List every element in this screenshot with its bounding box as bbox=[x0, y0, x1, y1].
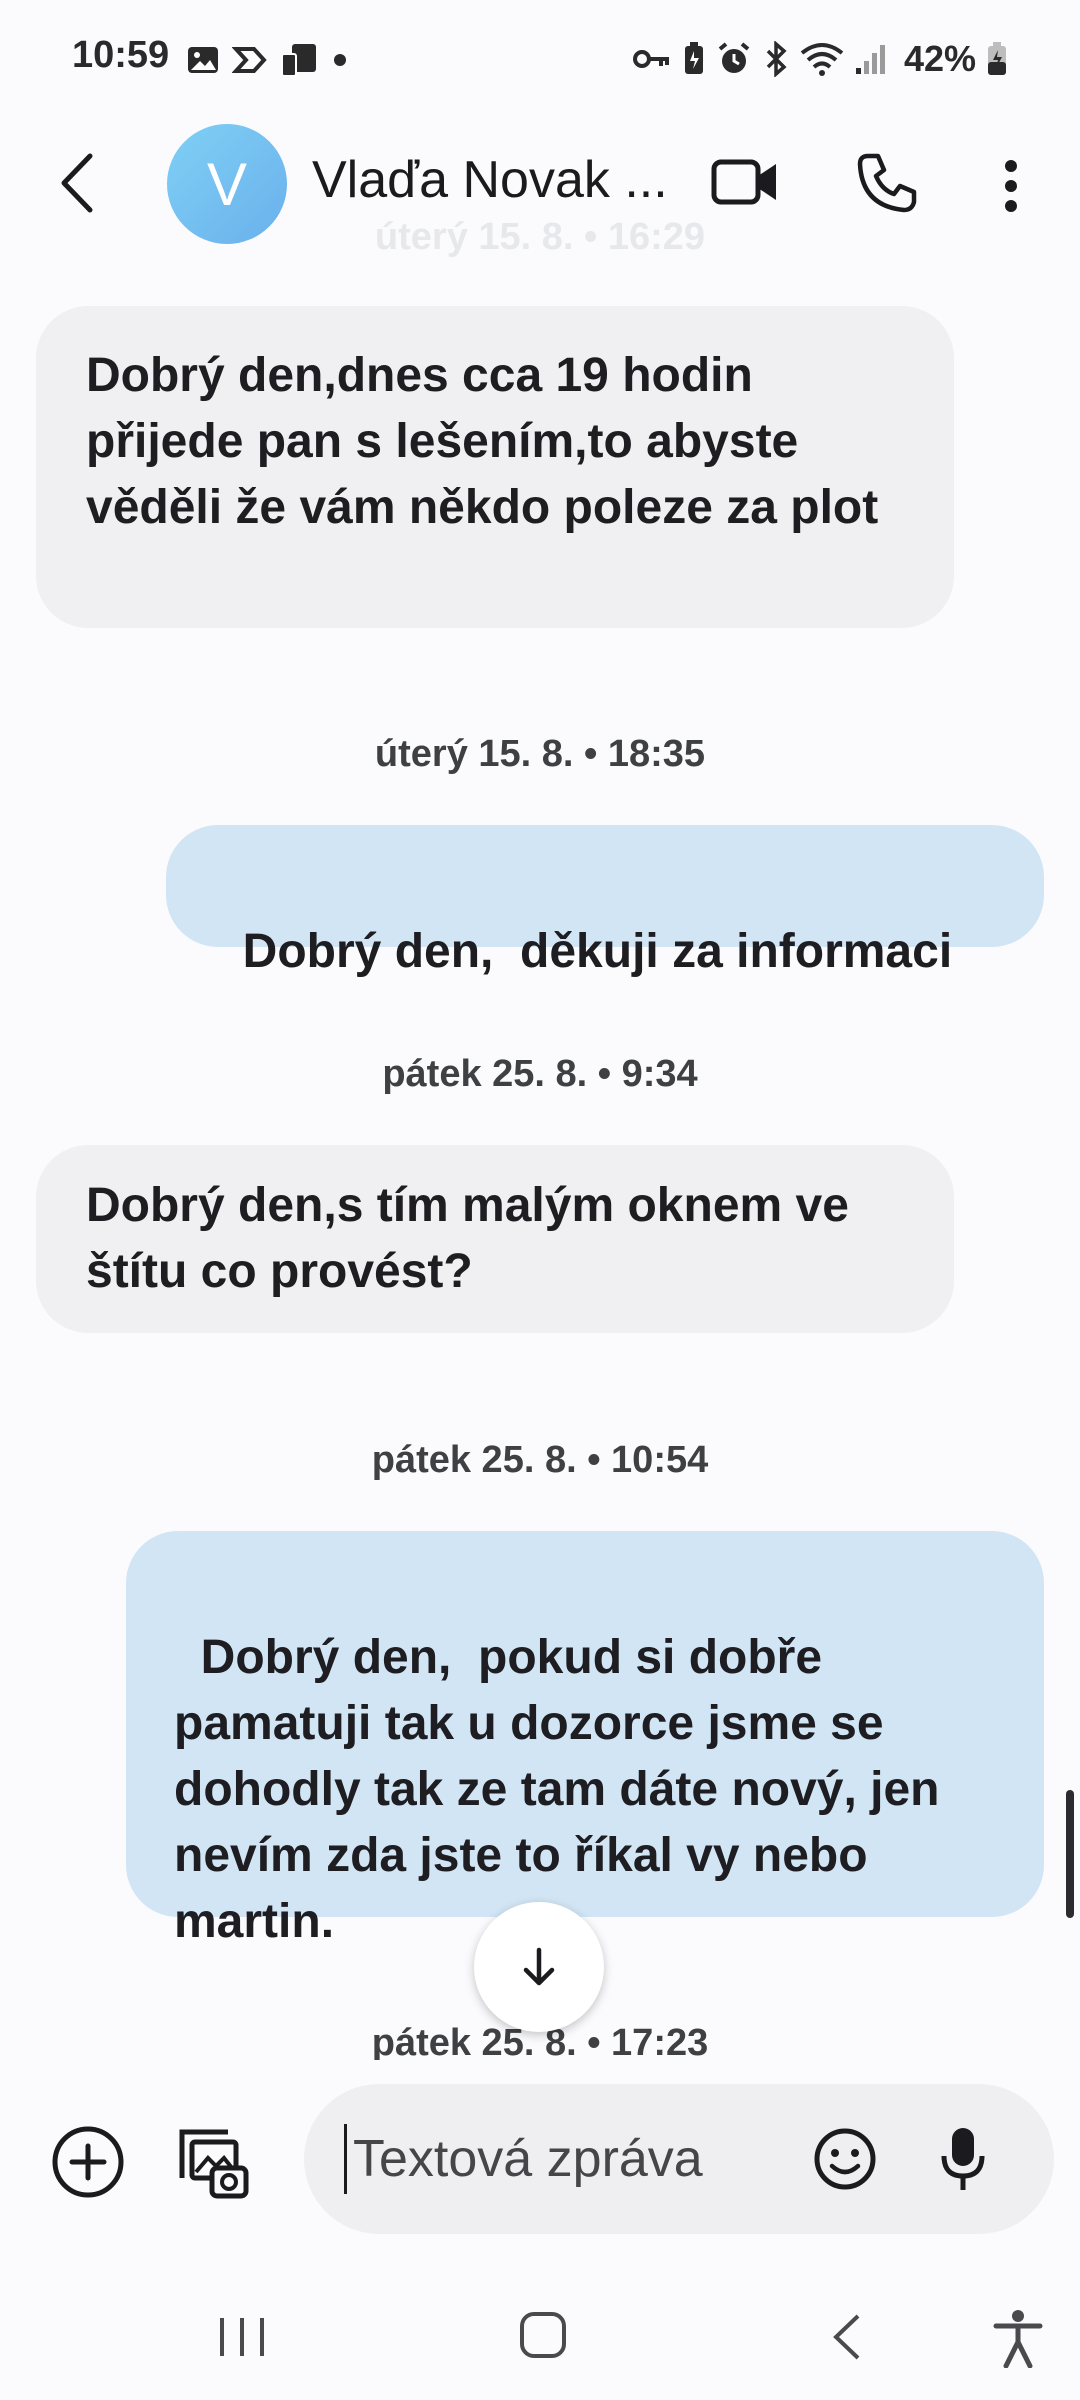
contact-name[interactable]: Vlaďa Novak ... bbox=[312, 150, 668, 210]
bluetooth-icon bbox=[766, 41, 787, 77]
scroll-to-bottom-button[interactable] bbox=[474, 1902, 604, 2032]
accessibility-icon bbox=[993, 2310, 1043, 2369]
arrow-back-icon bbox=[61, 153, 93, 213]
message-input-container bbox=[304, 2084, 1054, 2234]
add-circle-icon bbox=[52, 2126, 124, 2198]
home-icon bbox=[520, 2312, 566, 2358]
home-button[interactable] bbox=[518, 2310, 568, 2360]
status-time: 10:59 bbox=[72, 34, 170, 76]
battery-icon bbox=[988, 42, 1006, 75]
dot-notification-icon bbox=[334, 54, 346, 66]
emoji-button[interactable] bbox=[812, 2126, 878, 2192]
cast-notification-icon bbox=[281, 44, 316, 77]
gallery-camera-icon bbox=[179, 2129, 249, 2199]
message-bubble-incoming[interactable]: Dobrý den,s tím malým oknem ve štítu co … bbox=[36, 1145, 954, 1333]
message-input[interactable] bbox=[344, 2124, 773, 2194]
wifi-icon bbox=[800, 43, 844, 76]
video-call-button[interactable] bbox=[710, 152, 780, 212]
battery-saver-icon bbox=[684, 42, 703, 74]
back-button[interactable] bbox=[52, 148, 112, 218]
status-bar: 10:59 42% bbox=[0, 0, 1080, 120]
message-bubble-outgoing[interactable]: Dobrý den, děkuji za informaci bbox=[166, 825, 1044, 978]
signal-icon bbox=[855, 45, 885, 74]
phone-icon bbox=[857, 153, 917, 213]
emoji-icon bbox=[814, 2128, 876, 2190]
voice-input-button[interactable] bbox=[938, 2124, 988, 2194]
message-text: Dobrý den,s tím malým oknem ve štítu co … bbox=[86, 1179, 849, 1298]
message-text: Dobrý den, pokud si dobře pamatuji tak u… bbox=[174, 1631, 953, 1948]
video-camera-icon bbox=[711, 159, 776, 205]
more-options-button[interactable] bbox=[996, 156, 1026, 216]
message-bubble-outgoing[interactable]: Dobrý den, pokud si dobře pamatuji tak u… bbox=[126, 1531, 1044, 1948]
composer bbox=[0, 2060, 1080, 2270]
message-bubble-incoming[interactable]: Dobrý den,dnes cca 19 hodin přijede pan … bbox=[36, 306, 954, 628]
arrow-down-icon bbox=[523, 1947, 555, 1986]
chevron-left-icon bbox=[833, 2314, 860, 2360]
nav-back-button[interactable] bbox=[828, 2312, 868, 2362]
avatar-letter: V bbox=[206, 150, 248, 218]
notification-icons bbox=[186, 42, 350, 78]
app-notification-icon bbox=[232, 47, 267, 73]
image-notification-icon bbox=[188, 47, 218, 73]
gallery-camera-button[interactable] bbox=[172, 2122, 250, 2200]
navigation-bar bbox=[0, 2270, 1080, 2400]
key-icon bbox=[632, 50, 669, 68]
voice-call-button[interactable] bbox=[854, 150, 920, 216]
battery-percent: 42% bbox=[903, 38, 976, 79]
message-text: Dobrý den,dnes cca 19 hodin přijede pan … bbox=[86, 349, 879, 534]
more-vert-icon bbox=[1005, 160, 1017, 212]
attach-button[interactable] bbox=[50, 2124, 126, 2200]
conversation-header: V úterý 15. 8. • 16:29 Vlaďa Novak ... bbox=[0, 108, 1080, 258]
scrollbar-thumb[interactable] bbox=[1066, 1790, 1074, 1918]
system-icons: 42% bbox=[632, 38, 1008, 80]
message-text: Dobrý den, děkuji za informaci bbox=[242, 925, 953, 978]
date-separator: úterý 15. 8. • 18:35 bbox=[374, 733, 706, 775]
recents-icon bbox=[220, 2318, 264, 2356]
microphone-icon bbox=[941, 2128, 985, 2190]
faded-date-separator: úterý 15. 8. • 16:29 bbox=[374, 216, 706, 258]
date-separator: pátek 25. 8. • 9:34 bbox=[382, 1053, 698, 1095]
recent-apps-button[interactable] bbox=[216, 2314, 268, 2360]
date-separator: pátek 25. 8. • 10:54 bbox=[371, 1439, 709, 1481]
accessibility-button[interactable] bbox=[990, 2308, 1046, 2369]
alarm-icon bbox=[718, 42, 750, 73]
